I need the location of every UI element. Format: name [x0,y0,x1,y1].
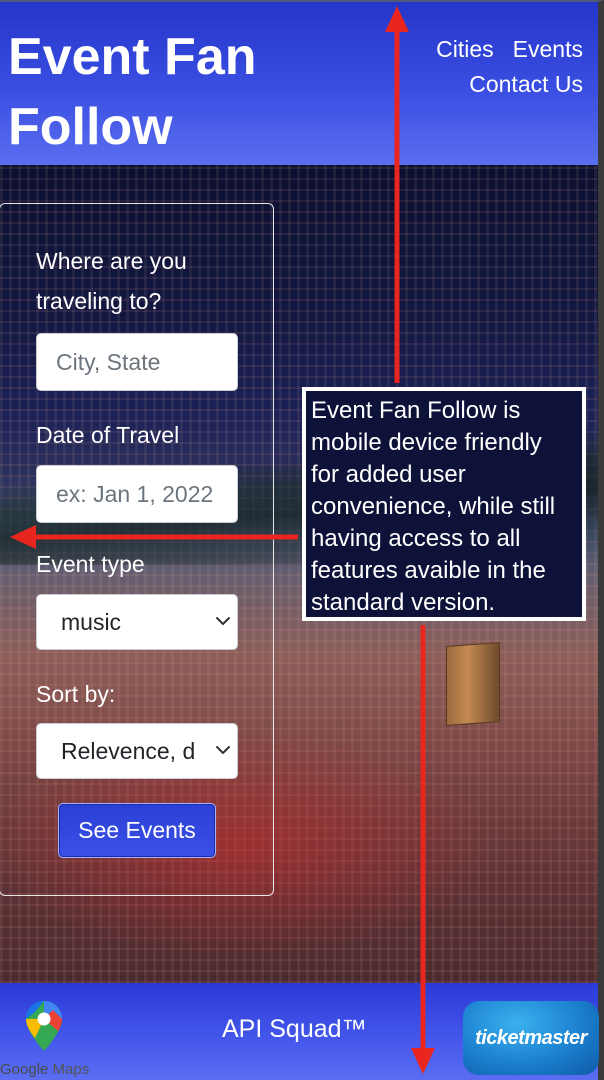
footer-credit: API Squad™ [222,1015,367,1043]
event-type-value: music [61,609,122,635]
nav-link-events[interactable]: Events [513,32,583,67]
event-type-select[interactable]: music [36,594,238,650]
google-maps-pin-icon[interactable] [25,1000,63,1052]
annotation-callout: Event Fan Follow is mobile device friend… [302,387,586,621]
site-header: Event Fan Follow Cities Events Contact Us [0,0,604,167]
stage-light-tower [446,642,500,726]
sort-select[interactable]: Relevence, d [36,723,238,779]
main-nav: Cities Events Contact Us [363,32,583,102]
chevron-down-icon [216,746,230,754]
ticketmaster-logo[interactable]: ticketmaster [463,1001,599,1075]
site-title[interactable]: Event Fan Follow [8,22,308,162]
date-label: Date of Travel [36,422,180,448]
travel-date-input[interactable] [36,465,238,523]
site-footer: Google Maps API Squad™ ticketmaster [0,983,604,1080]
nav-link-cities[interactable]: Cities [436,32,494,67]
maps-wordmark: Maps [52,1061,90,1078]
page: Event Fan Follow Cities Events Contact Us… [0,0,604,1080]
nav-link-contact[interactable]: Contact Us [469,67,583,102]
sort-label: Sort by: [36,681,116,707]
see-events-button[interactable]: See Events [58,803,216,858]
google-wordmark: Google [0,1061,49,1078]
annotation-text: Event Fan Follow is mobile device friend… [311,397,556,616]
google-maps-label: Google Maps [0,1061,89,1078]
sort-value: Relevence, d [61,738,196,764]
destination-label: Where are you traveling to? [36,248,187,314]
event-search-form: Where are you traveling to? Date of Trav… [0,203,274,896]
destination-input[interactable] [36,333,238,391]
chevron-down-icon [216,617,230,625]
event-type-label: Event type [36,551,145,577]
ticketmaster-wordmark: ticketmaster [475,1026,587,1049]
